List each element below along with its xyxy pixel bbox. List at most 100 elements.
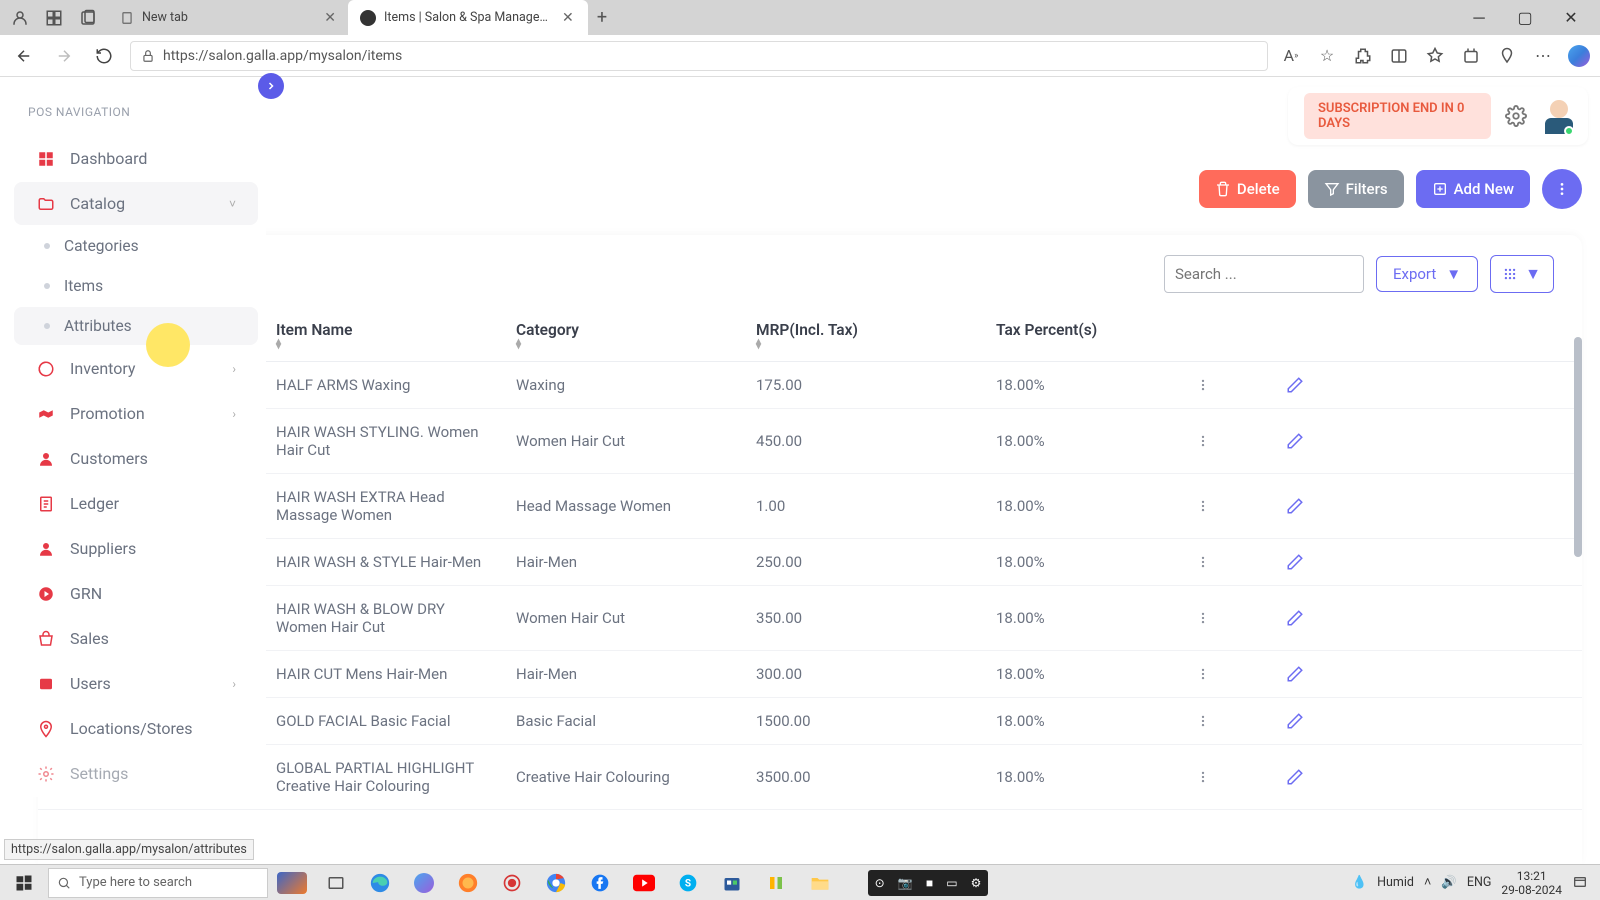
browser-tab-2[interactable]: Items | Salon & Spa Management ✕: [348, 0, 588, 35]
search-input[interactable]: [1164, 255, 1364, 293]
sidebar-item-suppliers[interactable]: Suppliers: [14, 527, 258, 570]
sidebar-sub-categories[interactable]: Categories: [14, 227, 258, 265]
new-tab-button[interactable]: +: [588, 7, 616, 28]
sidebar-item-sales[interactable]: Sales: [14, 617, 258, 660]
back-button[interactable]: [10, 42, 38, 70]
row-menu-button[interactable]: [1196, 714, 1286, 728]
task-view-icon[interactable]: [316, 867, 356, 899]
copilot-icon[interactable]: [1568, 45, 1590, 67]
more-menu-icon[interactable]: ⋯: [1532, 45, 1554, 67]
youtube-icon[interactable]: [624, 867, 664, 899]
browser-tab-1[interactable]: New tab ✕: [108, 0, 348, 35]
start-button[interactable]: [4, 867, 44, 899]
maximize-button[interactable]: ▢: [1502, 0, 1548, 35]
row-menu-button[interactable]: [1196, 378, 1286, 392]
button-label: Delete: [1237, 180, 1280, 198]
weather-icon[interactable]: 💧: [1352, 875, 1368, 890]
facebook-icon[interactable]: [580, 867, 620, 899]
row-menu-button[interactable]: [1196, 434, 1286, 448]
row-edit-button[interactable]: [1286, 497, 1368, 515]
row-edit-button[interactable]: [1286, 712, 1368, 730]
delete-button[interactable]: Delete: [1199, 170, 1296, 208]
weather-text[interactable]: Humid: [1377, 875, 1414, 890]
scrollbar[interactable]: [1574, 337, 1582, 557]
copilot-taskbar-icon[interactable]: [404, 867, 444, 899]
more-actions-button[interactable]: [1542, 169, 1582, 209]
record-icon[interactable]: [492, 867, 532, 899]
close-tab-icon[interactable]: ✕: [562, 10, 574, 26]
tab-actions-icon[interactable]: [74, 4, 102, 32]
cell-tax: 18.00%: [996, 768, 1196, 786]
cell-mrp: 3500.00: [756, 768, 996, 786]
column-visibility-button[interactable]: ▼: [1490, 255, 1554, 293]
sidebar-item-customers[interactable]: Customers: [14, 437, 258, 480]
filters-button[interactable]: Filters: [1308, 170, 1404, 208]
forward-button[interactable]: [50, 42, 78, 70]
language-indicator[interactable]: ENG: [1467, 875, 1492, 890]
app-icon[interactable]: [756, 867, 796, 899]
sidebar-item-ledger[interactable]: Ledger: [14, 482, 258, 525]
export-button[interactable]: Export ▼: [1376, 256, 1478, 292]
explorer-icon[interactable]: [800, 867, 840, 899]
taskbar-news-icon[interactable]: [272, 868, 312, 898]
row-menu-button[interactable]: [1196, 667, 1286, 681]
favorites-icon[interactable]: [1424, 45, 1446, 67]
speaker-icon[interactable]: 🔊: [1441, 875, 1457, 890]
avatar[interactable]: [1541, 98, 1572, 134]
cell-category: Hair-Men: [516, 553, 756, 571]
refresh-button[interactable]: [90, 42, 118, 70]
url-field[interactable]: https://salon.galla.app/mysalon/items: [130, 41, 1268, 71]
minimize-button[interactable]: ─: [1456, 0, 1502, 35]
sidebar-item-grn[interactable]: GRN: [14, 572, 258, 615]
sidebar-item-locations[interactable]: Locations/Stores: [14, 707, 258, 750]
sidebar-sub-items[interactable]: Items: [14, 267, 258, 305]
th-tax[interactable]: Tax Percent(s): [996, 321, 1196, 349]
row-edit-button[interactable]: [1286, 553, 1368, 571]
sidebar-item-dashboard[interactable]: Dashboard: [14, 137, 258, 180]
store-icon[interactable]: [712, 867, 752, 899]
split-screen-icon[interactable]: [1388, 45, 1410, 67]
row-menu-button[interactable]: [1196, 499, 1286, 513]
taskbar-search[interactable]: Type here to search: [48, 868, 268, 898]
target-icon: ⊙: [875, 876, 885, 890]
add-new-button[interactable]: Add New: [1416, 170, 1530, 208]
close-tab-icon[interactable]: ✕: [324, 10, 336, 26]
close-window-button[interactable]: ✕: [1548, 0, 1594, 35]
browser-essentials-icon[interactable]: [1496, 45, 1518, 67]
sidebar-sub-attributes[interactable]: Attributes: [14, 307, 258, 345]
row-menu-button[interactable]: [1196, 555, 1286, 569]
firefox-icon[interactable]: [448, 867, 488, 899]
inventory-icon: [36, 360, 56, 378]
chrome-icon[interactable]: [536, 867, 576, 899]
recording-controls[interactable]: ⊙ 📷 ■ ▭ ⚙: [868, 870, 988, 896]
row-edit-button[interactable]: [1286, 432, 1368, 450]
skype-icon[interactable]: S: [668, 867, 708, 899]
notifications-icon[interactable]: [1572, 875, 1588, 891]
th-mrp[interactable]: MRP(Incl. Tax)▴▾: [756, 321, 996, 349]
edge-icon[interactable]: [360, 867, 400, 899]
sidebar-item-users[interactable]: Users ›: [14, 662, 258, 705]
collections-icon[interactable]: [1460, 45, 1482, 67]
clock-date[interactable]: 29-08-2024: [1501, 883, 1562, 897]
row-edit-button[interactable]: [1286, 609, 1368, 627]
sidebar-item-promotion[interactable]: Promotion ›: [14, 392, 258, 435]
sidebar-item-settings[interactable]: Settings: [14, 752, 258, 795]
workspaces-icon[interactable]: [40, 4, 68, 32]
read-aloud-icon[interactable]: A»: [1280, 45, 1302, 67]
row-edit-button[interactable]: [1286, 665, 1368, 683]
th-name[interactable]: Item Name▴▾: [276, 321, 516, 349]
sidebar-item-catalog[interactable]: Catalog ˅: [14, 182, 258, 225]
extensions-icon[interactable]: [1352, 45, 1374, 67]
th-category[interactable]: Category▴▾: [516, 321, 756, 349]
settings-icon[interactable]: [1505, 105, 1527, 127]
row-menu-button[interactable]: [1196, 611, 1286, 625]
clock-time[interactable]: 13:21: [1517, 869, 1547, 883]
favorite-icon[interactable]: ☆: [1316, 45, 1338, 67]
tray-chevron-icon[interactable]: ˄: [1424, 875, 1431, 890]
sidebar-item-inventory[interactable]: Inventory ›: [14, 347, 258, 390]
row-edit-button[interactable]: [1286, 376, 1368, 394]
sidebar-toggle-button[interactable]: [258, 73, 284, 99]
row-edit-button[interactable]: [1286, 768, 1368, 786]
profile-icon[interactable]: [6, 4, 34, 32]
row-menu-button[interactable]: [1196, 770, 1286, 784]
